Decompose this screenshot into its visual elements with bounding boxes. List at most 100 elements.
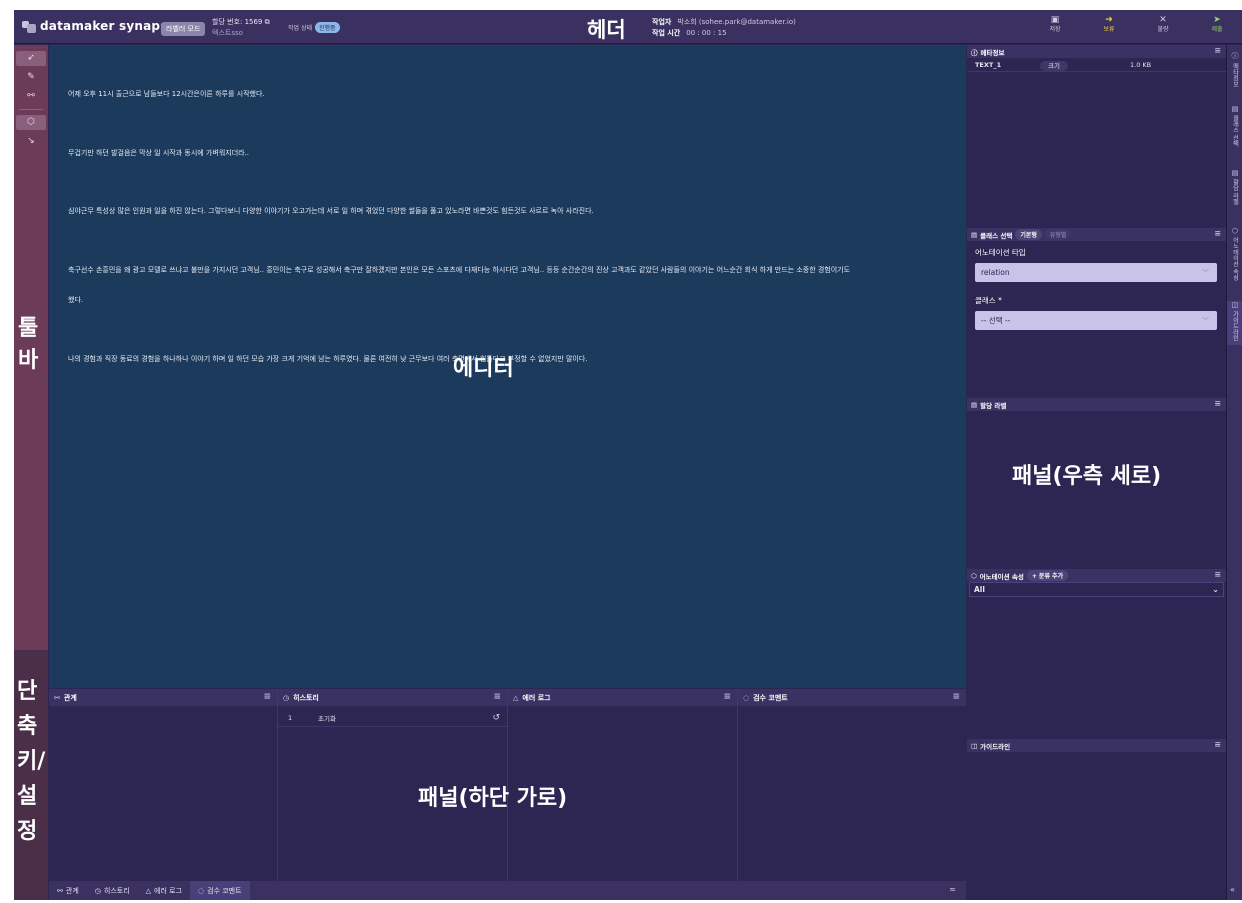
strip-tab-guideline[interactable]: ◫ 가이드라인: [1227, 301, 1242, 345]
collapse-right-icon[interactable]: «: [1230, 885, 1235, 894]
assignment-info: 할당 번호: 1569 ⧉ 텍스트sso: [212, 17, 270, 39]
link-icon: ⚯: [57, 886, 63, 895]
chevron-down-icon: ⌄: [1212, 585, 1219, 594]
app-name: datamaker synapse: [40, 19, 176, 33]
close-icon: ✕: [1159, 15, 1167, 25]
attr-filter-select[interactable]: All ⌄: [969, 582, 1224, 597]
menu-icon[interactable]: ≡: [1214, 740, 1221, 749]
reject-button[interactable]: ✕ 불량: [1146, 16, 1180, 34]
strip-tab-class[interactable]: ▤ 클래스 선택: [1227, 105, 1242, 147]
worker-info: 작업자 박소희 (sohee.park@datamaker.io) 작업 시간 00…: [652, 17, 796, 39]
toolbar-divider: [19, 109, 43, 110]
list-icon: ▤: [971, 400, 978, 409]
overlay-label-bottom-panel: 패널(하단 가로): [418, 786, 568, 811]
review-comment-panel-header: ◌ 검수 코멘트 ≡: [738, 689, 966, 706]
annotation-type-select[interactable]: relation ﹀: [975, 263, 1217, 282]
class-chip-type[interactable]: 유형별: [1044, 229, 1072, 240]
menu-icon[interactable]: ≡: [1214, 229, 1221, 238]
class-select-title: 클래스 선택: [980, 231, 1013, 240]
menu-icon[interactable]: ≡: [723, 692, 731, 702]
link-tool-button[interactable]: ⚯: [16, 89, 46, 104]
class-select[interactable]: -- 선택 -- ﹀: [975, 311, 1217, 330]
strip-tab-meta-label: 메타정보: [1231, 63, 1239, 87]
strip-tab-assigned-label: 할당 라벨: [1231, 179, 1239, 205]
book-icon: ◫: [971, 741, 978, 750]
tag-icon: ⬡: [1231, 227, 1239, 235]
review-comment-panel: ◌ 검수 코멘트 ≡: [738, 689, 966, 881]
submit-button[interactable]: ➤ 제출: [1200, 16, 1234, 34]
pen-tool-button[interactable]: ✎: [16, 70, 46, 85]
mode-badge[interactable]: 라벨러 모드: [161, 22, 206, 36]
tag-tool-button[interactable]: ⬡: [16, 115, 46, 130]
tag-icon: ⬡: [971, 571, 977, 580]
strip-tab-meta[interactable]: ⓘ 메타정보: [1227, 51, 1242, 87]
tab-history[interactable]: ◷ 히스토리: [87, 881, 138, 900]
editor-paragraph[interactable]: 무겁기만 하던 발걸음은 막상 일 시작과 동시에 가벼워지더라..: [68, 138, 948, 168]
app-window: datamaker synapse 라벨러 모드 할당 번호: 1569 ⧉ 텍…: [14, 10, 1242, 900]
history-row[interactable]: 1 초기화 ↺: [278, 709, 507, 727]
tab-error-log-label: 에러 로그: [154, 886, 183, 895]
link-icon: ⚯: [54, 693, 60, 702]
class-select-section: ▤ 클래스 선택 기본형 유형별 ≡ 어노테이션 타입 relation ﹀ 클래스…: [967, 228, 1226, 398]
menu-icon[interactable]: ≡: [1214, 570, 1221, 579]
history-row-text: 초기화: [318, 714, 336, 723]
editor-paragraph[interactable]: 어제 오후 11시 출근으로 남들보다 12시간은이른 하루를 시작했다.: [68, 79, 948, 109]
menu-icon[interactable]: ≡: [1214, 46, 1221, 55]
header-actions: ▣ 저장 ➔ 보류 ✕ 불량 ➤ 제출: [1038, 16, 1234, 34]
class-chip-basic[interactable]: 기본형: [1015, 229, 1042, 240]
undo-icon[interactable]: ↺: [492, 713, 500, 723]
strip-tab-assigned[interactable]: ▤ 할당 라벨: [1227, 169, 1242, 205]
submit-label: 제출: [1211, 26, 1223, 33]
menu-icon[interactable]: ≡: [263, 692, 271, 702]
error-log-panel-title: 에러 로그: [522, 693, 551, 702]
menu-icon[interactable]: ≡: [952, 692, 960, 702]
copy-icon[interactable]: ⧉: [265, 18, 270, 26]
arrow-tool-button[interactable]: ↘: [16, 134, 46, 149]
warning-icon: △: [145, 886, 152, 895]
meta-size-label: 크기: [1040, 60, 1068, 71]
history-panel-title: 히스토리: [293, 693, 319, 702]
worker-label: 작업자: [652, 18, 672, 26]
hold-label: 보류: [1103, 26, 1115, 33]
clock-icon: ◷: [283, 693, 290, 702]
overlay-label-editor: 에디터: [453, 356, 514, 381]
meta-row: TEXT_1 크기 1.0 KB: [967, 58, 1226, 72]
cursor-tool-button[interactable]: ➶: [16, 51, 46, 66]
editor-paragraph[interactable]: 축구선수 손흥민을 왜 광고 모델로 쓰냐고 불만을 가지시던 고객님.. 흥민…: [68, 255, 948, 285]
annotation-attr-title: 어노테이션 속성: [979, 572, 1024, 581]
editor-paragraph[interactable]: 심야근무 특성상 많은 인원과 일을 하진 않는다. 그렇다보니 다양한 이야기…: [68, 196, 948, 226]
meta-info-section: ⓘ 메타정보 ≡ TEXT_1 크기 1.0 KB: [967, 45, 1226, 217]
warning-icon: △: [513, 693, 519, 702]
class-label: 클래스 *: [975, 296, 1002, 305]
comment-icon: ◌: [743, 693, 750, 702]
hold-button[interactable]: ➔ 보류: [1092, 16, 1126, 34]
comment-icon: ◌: [198, 886, 205, 895]
menu-icon[interactable]: ≡: [493, 692, 501, 702]
overlay-label-shortcut: 단축키/설정: [17, 679, 46, 844]
link-icon: ⚯: [27, 91, 35, 101]
tab-review-comment[interactable]: ◌ 검수 코멘트: [190, 881, 250, 900]
relation-panel-title: 관계: [63, 693, 77, 702]
editor-paragraph[interactable]: 했다.: [68, 285, 948, 315]
chevron-down-icon: ﹀: [1202, 316, 1209, 325]
class-select-value: -- 선택 --: [981, 316, 1011, 325]
clock-icon: ◷: [94, 886, 101, 895]
meta-size-value: 1.0 KB: [1130, 60, 1152, 69]
history-row-number: 1: [288, 713, 293, 722]
history-panel-header: ◷ 히스토리 ≡: [278, 689, 507, 706]
menu-icon[interactable]: ≡: [1214, 399, 1221, 408]
strip-tab-attr[interactable]: ⬡ 어노테이션 속성: [1227, 227, 1242, 281]
tab-error-log[interactable]: △ 에러 로그: [138, 881, 190, 900]
add-category-button[interactable]: + 분류 추가: [1026, 570, 1069, 581]
app-logo[interactable]: datamaker synapse: [22, 19, 176, 33]
save-label: 저장: [1049, 26, 1061, 33]
save-button[interactable]: ▣ 저장: [1038, 16, 1072, 34]
tab-relation[interactable]: ⚯ 관계: [49, 881, 87, 900]
tab-history-label: 히스토리: [103, 886, 130, 895]
tab-relation-label: 관계: [65, 886, 79, 895]
collapse-bottom-icon[interactable]: ≈: [949, 885, 956, 894]
overlay-label-toolbar: 툴바: [18, 316, 39, 373]
work-state-label: 작업 상태: [288, 25, 312, 32]
review-comment-panel-title: 검수 코멘트: [753, 693, 788, 702]
work-state: 작업 상태 진행중: [288, 22, 340, 33]
